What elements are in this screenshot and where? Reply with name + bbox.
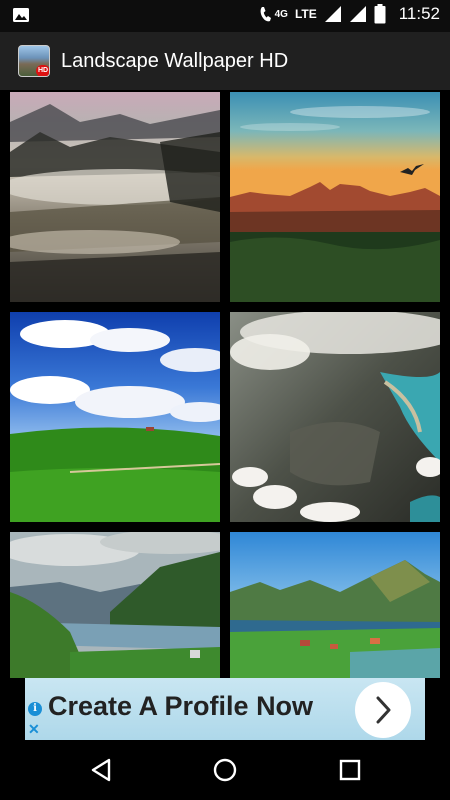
app-title: Landscape Wallpaper HD (61, 49, 289, 72)
ad-banner[interactable]: i ✕ Create A Profile Now (25, 678, 425, 740)
ad-info-icon[interactable]: i (28, 702, 42, 716)
clock: 11:52 (398, 4, 440, 23)
chevron-right-icon (376, 696, 391, 724)
image-notification-icon (13, 8, 29, 22)
aerial-coast-image (230, 312, 440, 522)
wallpaper-thumbnail[interactable] (10, 92, 220, 302)
app-logo-icon: HD (18, 45, 50, 77)
wifi-calling-icon (260, 7, 271, 22)
status-bar: 4G LTE 11:52 (0, 0, 450, 32)
ad-cta-button[interactable] (355, 682, 411, 738)
canyon-sunset-image (230, 92, 440, 302)
wallpaper-thumbnail[interactable] (10, 532, 220, 678)
nav-bar (0, 740, 450, 800)
wallpaper-thumbnail[interactable] (230, 312, 440, 522)
ad-headline[interactable]: Create A Profile Now (48, 691, 313, 722)
green-hill-image (10, 312, 220, 522)
recents-icon[interactable] (334, 754, 366, 786)
status-right: 4G LTE 11:52 (259, 4, 440, 24)
wallpaper-thumbnail[interactable] (230, 532, 440, 678)
battery-icon (374, 4, 386, 24)
hd-badge: HD (36, 65, 49, 76)
signal-icon (324, 6, 341, 22)
ad-close-icon[interactable]: ✕ (28, 722, 40, 736)
back-icon[interactable] (86, 754, 118, 786)
alpine-lake-image (230, 532, 440, 678)
status-left (12, 6, 30, 29)
network-label: 4G (274, 8, 288, 20)
home-icon[interactable] (209, 754, 241, 786)
app-bar: HD Landscape Wallpaper HD (0, 32, 450, 90)
lte-label: LTE (294, 7, 317, 21)
misty-valley-image (10, 92, 220, 302)
fjord-image (10, 532, 220, 678)
wallpaper-grid (0, 90, 450, 678)
signal-icon (349, 6, 366, 22)
wallpaper-thumbnail[interactable] (10, 312, 220, 522)
wallpaper-thumbnail[interactable] (230, 92, 440, 302)
